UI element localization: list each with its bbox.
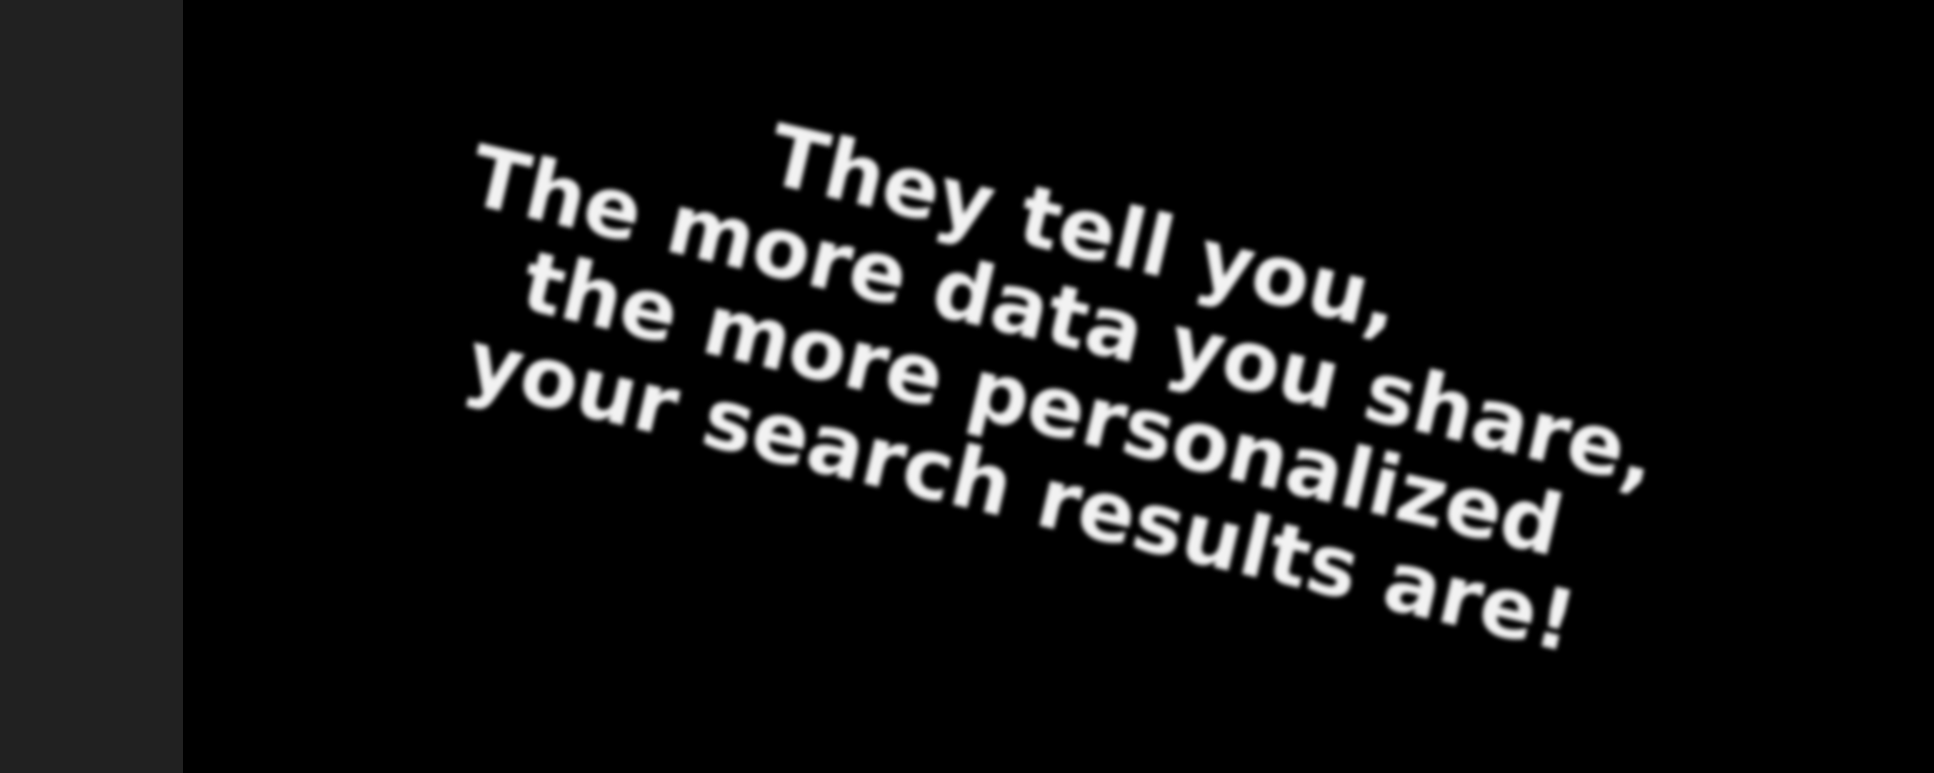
video-frame: They tell you, The more data you share, … (183, 0, 1934, 773)
left-side-panel (0, 0, 183, 773)
rotated-caption-text: They tell you, The more data you share, … (379, 33, 1727, 687)
right-edge-strip (1930, 0, 1934, 773)
